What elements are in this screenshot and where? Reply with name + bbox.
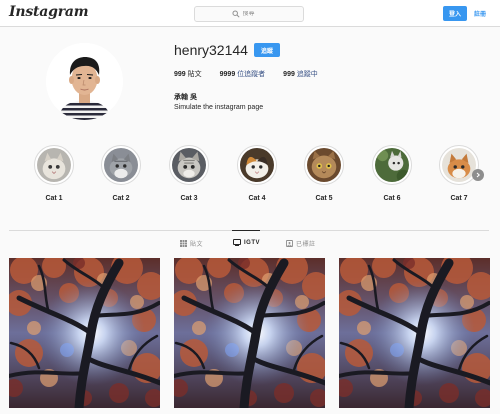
search-icon [231,10,240,18]
post-thumbnail[interactable] [9,258,160,408]
cat-photo [307,148,341,182]
profile-avatar[interactable] [46,43,123,120]
highlight-ring [372,145,412,185]
highlight-label: Cat 3 [180,195,198,202]
tab-posts[interactable]: 貼文 [180,239,203,248]
profile-bio: Simulate the instagram page [174,104,264,111]
story-highlights: Cat 1 Cat 2 Cat 3 Cat 4 Cat 5 Cat 6 Cat … [0,145,500,215]
highlight-label: Cat 6 [383,195,401,202]
post-thumbnail[interactable] [174,258,325,408]
tab-label: 貼文 [190,242,204,248]
highlight-cat-4[interactable]: Cat 4 [229,145,285,202]
tab-tagged[interactable]: 已標註 [286,239,316,248]
top-navigation-bar: Instagram 登入 註冊 [0,0,500,27]
tv-icon [233,239,241,246]
cat-photo [375,148,409,182]
post-image [174,258,325,408]
highlight-label: Cat 1 [45,195,63,202]
profile-stats: 999 貼文 9999 位追蹤者 999 追蹤中 [174,69,336,79]
following-stat[interactable]: 999 追蹤中 [283,69,318,79]
cat-photo [104,148,138,182]
post-thumbnail[interactable] [339,258,490,408]
instagram-logo[interactable]: Instagram [9,4,89,20]
highlight-cat-6[interactable]: Cat 6 [364,145,420,202]
followers-stat[interactable]: 9999 位追蹤者 [220,69,266,79]
search-box[interactable] [194,6,304,22]
highlight-ring [169,145,209,185]
tab-label: 已標註 [296,242,316,248]
highlight-cat-2[interactable]: Cat 2 [93,145,149,202]
active-tab-indicator [232,230,260,231]
followers-label: 位追蹤者 [237,71,266,78]
post-image [9,258,160,408]
search-input[interactable] [242,11,267,17]
highlight-cat-3[interactable]: Cat 3 [161,145,217,202]
chevron-right-icon [476,172,481,178]
grid-icon [180,240,187,247]
post-image [339,258,490,408]
cat-photo [442,148,476,182]
highlight-label: Cat 2 [112,195,130,202]
highlight-ring [34,145,74,185]
followers-count: 9999 [219,71,236,78]
following-label: 追蹤中 [296,71,318,78]
highlight-ring [237,145,277,185]
profile-full-name: 承翰 吳 [174,94,197,101]
highlight-ring [304,145,344,185]
highlights-next-button[interactable] [472,169,484,181]
profile-username: henry32144 [174,42,248,58]
cat-photo [240,148,274,182]
posts-label: 貼文 [187,71,202,78]
tab-igtv[interactable]: IGTV [233,239,260,246]
register-link[interactable]: 註冊 [474,9,486,18]
follow-button[interactable]: 追蹤 [254,43,280,57]
tag-icon [286,240,293,247]
highlight-label: Cat 4 [248,195,266,202]
profile-photo [46,43,123,120]
cat-photo [37,148,71,182]
highlight-ring [101,145,141,185]
login-button[interactable]: 登入 [443,6,467,21]
highlight-label: Cat 5 [315,195,333,202]
tab-label: IGTV [244,239,261,246]
cat-photo [172,148,206,182]
highlight-label: Cat 7 [450,195,468,202]
highlight-cat-5[interactable]: Cat 5 [296,145,352,202]
posts-count: 999 [174,71,186,78]
highlight-cat-1[interactable]: Cat 1 [26,145,82,202]
posts-count-stat: 999 貼文 [174,69,202,79]
following-count: 999 [283,71,295,78]
